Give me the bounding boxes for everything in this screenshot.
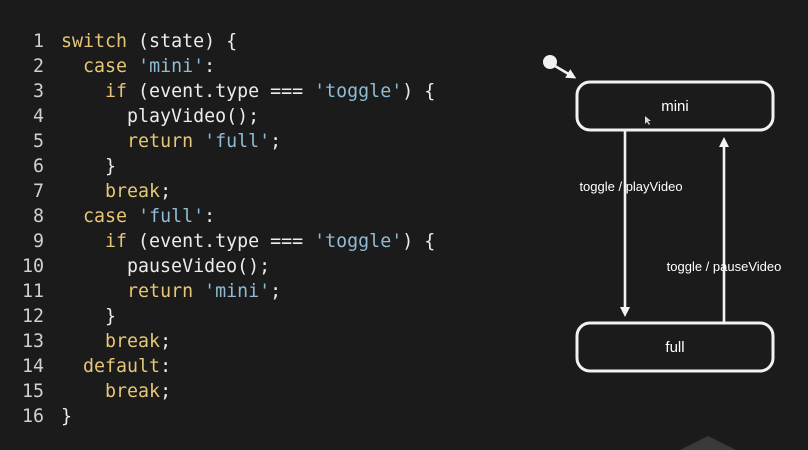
state-mini-label: mini — [661, 98, 689, 115]
state-diagram: mini full toggle / playVideo toggle / pa… — [543, 55, 782, 450]
state-full-label: full — [665, 339, 684, 356]
corner-chevron-icon — [680, 436, 736, 450]
transition-full-to-mini-label: toggle / pauseVideo — [667, 259, 782, 274]
initial-state-arrow — [554, 64, 577, 79]
transition-mini-to-full-label: toggle / playVideo — [579, 179, 682, 194]
mouse-cursor-icon — [645, 116, 651, 125]
slide: 1 switch (state) {2 case 'mini': 3 if (eve… — [0, 0, 808, 450]
